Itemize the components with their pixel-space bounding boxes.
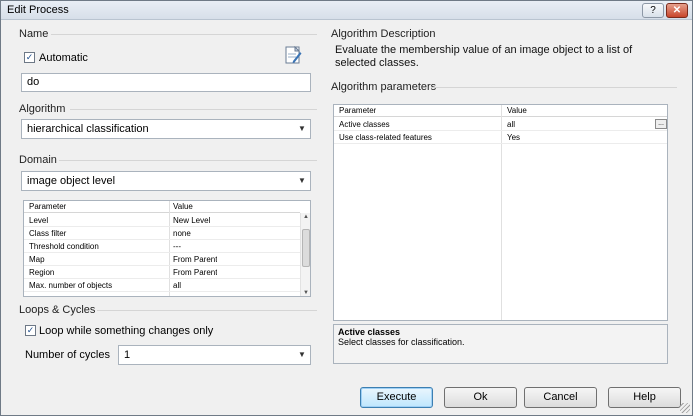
cycles-select-value: 1 — [124, 349, 131, 361]
domain-grid-header: Parameter Value — [24, 201, 300, 213]
table-row[interactable]: Threshold condition --- — [24, 240, 300, 253]
title-bar[interactable]: Edit Process ? ✕ — [1, 1, 692, 20]
param-name: Class filter — [29, 229, 67, 238]
param-name: Map — [29, 255, 45, 264]
param-name: Threshold condition — [29, 242, 99, 251]
ok-button[interactable]: Ok — [444, 387, 517, 408]
cycles-label: Number of cycles — [25, 349, 110, 361]
domain-header-parameter: Parameter — [29, 202, 67, 211]
notepad-edit-icon[interactable] — [285, 45, 302, 65]
table-row[interactable]: Max. number of objects all — [24, 279, 300, 292]
execute-button[interactable]: Execute — [360, 387, 433, 408]
cancel-button[interactable]: Cancel — [524, 387, 597, 408]
algorithm-select[interactable]: hierarchical classification ▼ — [21, 119, 311, 139]
param-name: Region — [29, 268, 55, 277]
window-title: Edit Process — [7, 4, 69, 16]
cycles-select[interactable]: 1 ▼ — [118, 345, 311, 365]
title-help-button[interactable]: ? — [642, 3, 664, 18]
chevron-down-icon[interactable]: ▼ — [296, 346, 308, 364]
loop-checkbox[interactable]: ✓ — [25, 325, 36, 336]
domain-parameter-grid: Parameter Value Level New Level Class fi… — [23, 200, 311, 297]
param-value[interactable]: all — [170, 279, 181, 291]
resize-grip[interactable] — [680, 403, 690, 413]
browse-classes-button[interactable]: ... — [655, 119, 667, 129]
param-value[interactable]: From Parent — [170, 266, 217, 278]
param-name: Active classes — [339, 120, 390, 129]
info-title: Active classes — [338, 327, 401, 337]
chevron-down-icon[interactable]: ▼ — [296, 120, 308, 138]
help-button[interactable]: Help — [608, 387, 681, 408]
domain-select[interactable]: image object level ▼ — [21, 171, 311, 191]
algorithm-description-text: Evaluate the membership value of an imag… — [335, 44, 633, 69]
table-row[interactable]: Level New Level — [24, 214, 300, 227]
param-name: Max. number of objects — [29, 281, 113, 290]
title-close-button[interactable]: ✕ — [666, 3, 688, 18]
algorithm-parameter-grid: Parameter Value Active classes all ... U… — [333, 104, 668, 321]
table-row[interactable]: Use class-related features Yes — [334, 131, 667, 144]
algorithm-select-value: hierarchical classification — [27, 123, 149, 135]
table-row[interactable]: Active classes all ... — [334, 118, 667, 131]
scroll-thumb[interactable] — [302, 229, 310, 267]
automatic-label: Automatic — [39, 52, 88, 64]
loops-section-label: Loops & Cycles — [19, 304, 96, 316]
loop-label: Loop while something changes only — [39, 325, 214, 337]
domain-group-divider — [59, 160, 317, 161]
chevron-down-icon[interactable]: ▼ — [296, 172, 308, 190]
params-header-value: Value — [507, 106, 527, 115]
name-group-divider — [51, 34, 317, 35]
param-value[interactable]: none — [170, 227, 191, 239]
params-header-parameter: Parameter — [339, 106, 377, 115]
param-value[interactable]: From Parent — [170, 253, 217, 265]
table-row[interactable]: Map From Parent — [24, 253, 300, 266]
scroll-up-icon[interactable]: ▲ — [301, 214, 310, 220]
scroll-down-icon[interactable]: ▼ — [301, 290, 310, 296]
param-value[interactable]: New Level — [170, 214, 210, 226]
edit-process-dialog: Edit Process ? ✕ Name ✓ Automatic do Alg… — [0, 0, 693, 416]
param-value[interactable]: Yes — [504, 131, 520, 143]
domain-grid-scrollbar[interactable]: ▲ ▼ — [300, 213, 310, 296]
param-value[interactable]: all — [504, 118, 515, 130]
name-section-label: Name — [19, 28, 49, 40]
parameters-group-divider — [431, 87, 677, 88]
parameter-info-panel: Active classes Select classes for classi… — [333, 324, 668, 364]
automatic-checkbox[interactable]: ✓ — [24, 52, 35, 63]
param-name: Use class-related features — [339, 133, 432, 142]
domain-section-label: Domain — [19, 154, 57, 166]
domain-select-value: image object level — [27, 175, 116, 187]
loops-group-divider — [97, 310, 317, 311]
algorithm-group-divider — [70, 109, 317, 110]
table-row[interactable]: Class filter none — [24, 227, 300, 240]
description-section-label: Algorithm Description — [331, 28, 436, 40]
param-name: Level — [29, 216, 49, 225]
param-value[interactable]: --- — [170, 240, 181, 252]
domain-header-value: Value — [173, 202, 193, 211]
parameters-section-label: Algorithm parameters — [331, 81, 437, 93]
info-text: Select classes for classification. — [338, 337, 465, 347]
algorithm-section-label: Algorithm — [19, 103, 66, 115]
process-name-input[interactable]: do — [21, 73, 311, 92]
table-row[interactable]: Region From Parent — [24, 266, 300, 279]
